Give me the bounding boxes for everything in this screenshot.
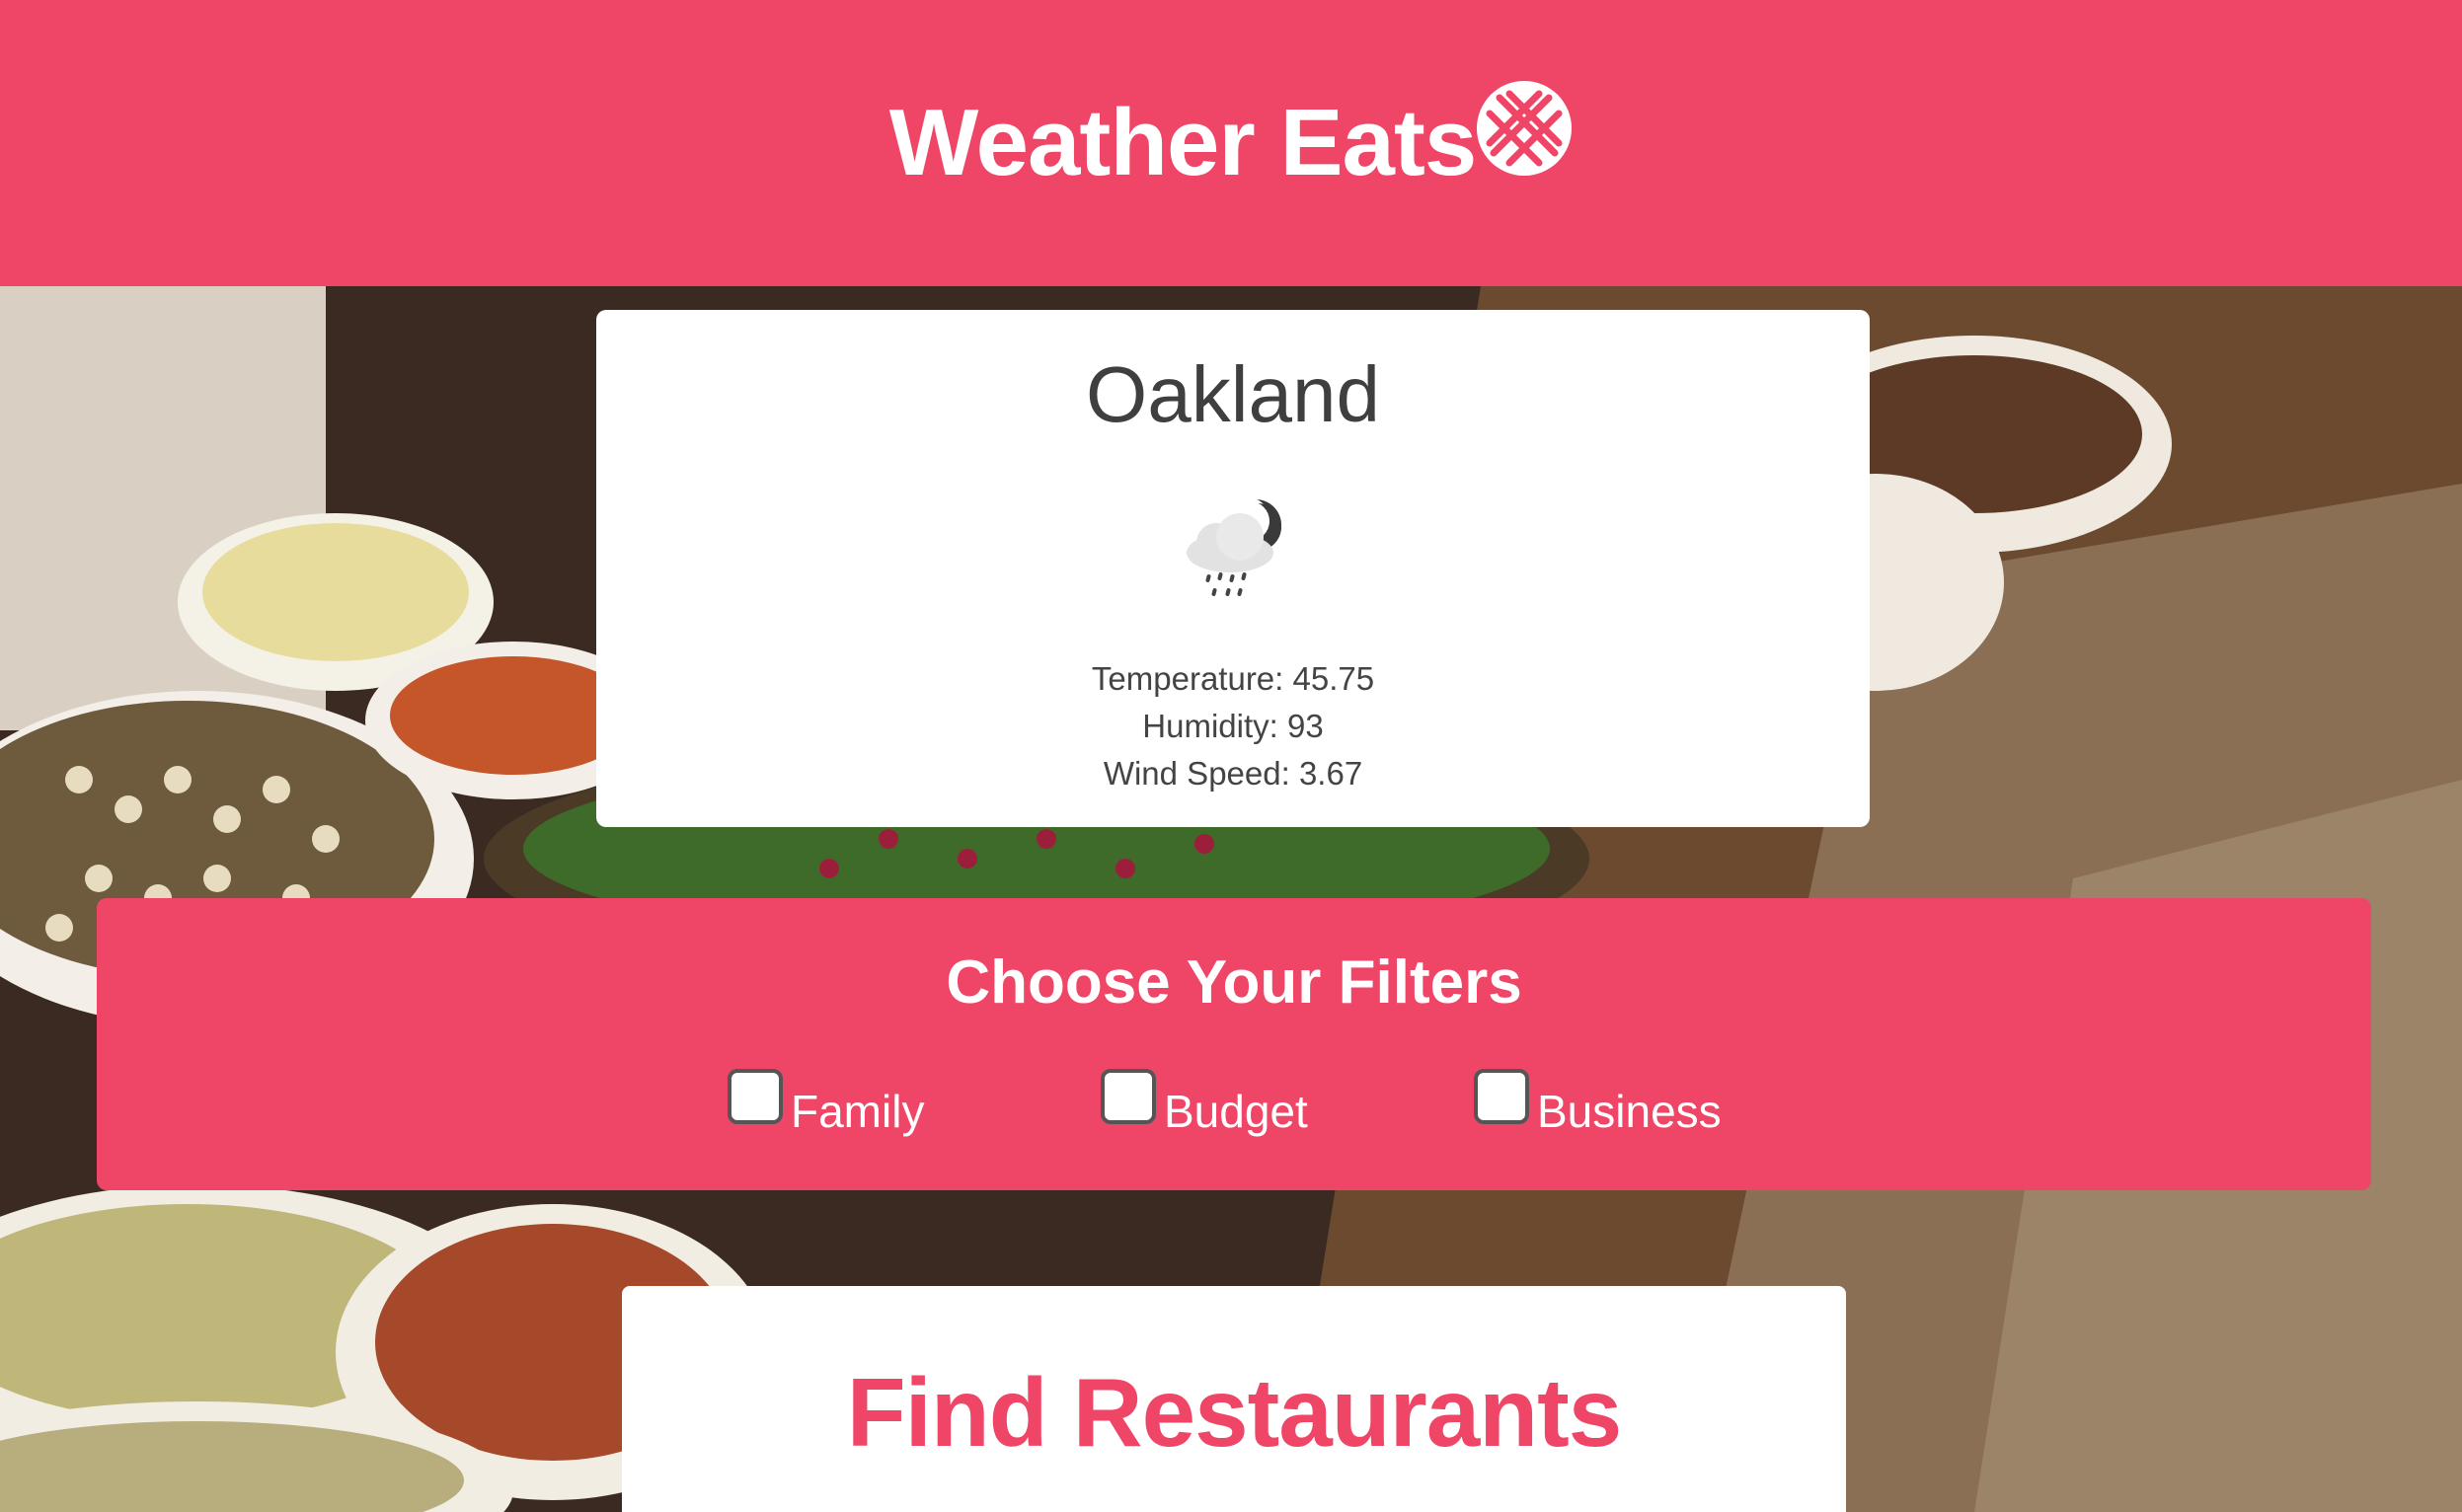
filter-options: Family Budget Business [97, 1069, 2371, 1138]
weather-stats: Temperature: 45.75 Humidity: 93 Wind Spe… [596, 655, 1870, 797]
business-checkbox[interactable] [1474, 1069, 1529, 1124]
app-title: Weather Eats [888, 90, 1477, 195]
weather-card: Oakland Temperature: 45.75 Humidity: 93 … [596, 310, 1870, 827]
brand: Weather Eats [888, 81, 1573, 197]
budget-checkbox[interactable] [1101, 1069, 1156, 1124]
family-checkbox[interactable] [728, 1069, 783, 1124]
filter-family[interactable]: Family [728, 1069, 1101, 1138]
filter-business[interactable]: Business [1474, 1069, 1740, 1138]
page: Weather Eats Oakland Temperature: 45.75 … [0, 0, 2462, 1512]
city-name: Oakland [1086, 350, 1380, 438]
waffle-logo-icon [1476, 80, 1573, 177]
temperature-text: Temperature: 45.75 [1091, 660, 1375, 697]
wind-speed-text: Wind Speed: 3.67 [1103, 755, 1363, 792]
filters-panel: Choose Your Filters Family Budget Busine… [97, 898, 2371, 1190]
budget-label: Budget [1164, 1086, 1308, 1137]
filters-title: Choose Your Filters [946, 948, 1522, 1017]
app-header: Weather Eats [0, 0, 2462, 286]
business-label: Business [1537, 1086, 1722, 1137]
night-rain-cloud-icon [1179, 495, 1287, 604]
find-restaurants-card: Find Restaurants [622, 1286, 1846, 1512]
find-restaurants-button[interactable]: Find Restaurants [847, 1357, 1622, 1469]
filter-budget[interactable]: Budget [1101, 1069, 1474, 1138]
humidity-text: Humidity: 93 [1142, 708, 1324, 744]
family-label: Family [791, 1086, 925, 1137]
